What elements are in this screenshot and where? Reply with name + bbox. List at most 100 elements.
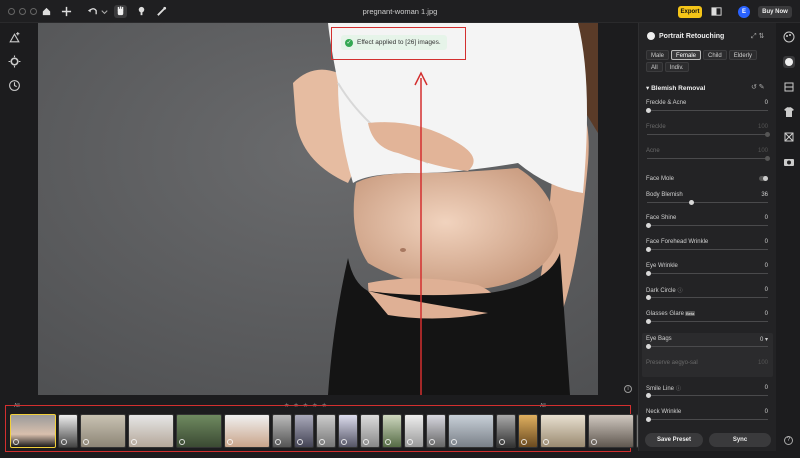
panel-header: Portrait Retouching bbox=[647, 32, 724, 40]
slider-label: Preserve aegyo-sal bbox=[646, 360, 698, 366]
slider-label: Body Blemish bbox=[646, 192, 683, 198]
layers-icon[interactable] bbox=[783, 81, 795, 93]
thumbnail[interactable] bbox=[496, 414, 516, 448]
thumbnail[interactable] bbox=[404, 414, 424, 448]
beta-badge: Beta bbox=[685, 311, 696, 316]
thumbnail[interactable] bbox=[382, 414, 402, 448]
help-icon[interactable]: ⓘ bbox=[678, 288, 683, 294]
help-icon[interactable]: ? bbox=[784, 436, 793, 445]
thumbnail[interactable] bbox=[176, 414, 222, 448]
slider-body-blemish[interactable]: Body Blemish 36 bbox=[646, 192, 770, 208]
segment-female[interactable]: Female bbox=[671, 50, 702, 60]
history-icon[interactable] bbox=[8, 79, 21, 92]
filmstrip bbox=[5, 405, 644, 452]
settings-icon[interactable] bbox=[8, 55, 21, 68]
slider-acne[interactable]: Acne 100 bbox=[646, 148, 770, 164]
thumbnail[interactable] bbox=[294, 414, 314, 448]
slider-label: Dark Circle ⓘ bbox=[646, 287, 683, 294]
thumbnail[interactable] bbox=[128, 414, 174, 448]
toast-message: Effect applied to [26] images. bbox=[357, 39, 441, 46]
slider-value: 100 bbox=[757, 124, 768, 130]
slider-dark-circle[interactable]: Dark Circle ⓘ 0 bbox=[646, 287, 770, 303]
portrait-icon[interactable] bbox=[783, 56, 795, 68]
thumbnail[interactable] bbox=[338, 414, 358, 448]
glasses-glare-label: Glasses Glare bbox=[646, 311, 685, 317]
thumbnail[interactable] bbox=[360, 414, 380, 448]
slider-label: Neck Wrinkle bbox=[646, 409, 682, 415]
camera-icon[interactable] bbox=[783, 156, 795, 168]
left-toolbar bbox=[0, 23, 30, 458]
help-icon[interactable]: ⓘ bbox=[676, 386, 681, 392]
thumbnail[interactable] bbox=[588, 414, 634, 448]
thumbnail[interactable] bbox=[224, 414, 270, 448]
annotation-box: ✓ Effect applied to [26] images. bbox=[331, 27, 466, 60]
crop-icon[interactable] bbox=[783, 131, 795, 143]
slider-face-forehead-wrinkle[interactable]: Face Forehead Wrinkle 0 bbox=[646, 239, 770, 255]
segment-all[interactable]: All bbox=[646, 62, 663, 72]
thumbnail[interactable] bbox=[448, 414, 494, 448]
slider-neck-wrinkle[interactable]: Neck Wrinkle 0 bbox=[646, 409, 770, 425]
info-icon[interactable]: i bbox=[624, 385, 632, 393]
portrait-retouching-panel: Portrait Retouching ⤢ ⇅ Male Female Chil… bbox=[638, 23, 776, 451]
slider-value: 0 bbox=[764, 311, 768, 317]
thumbnail[interactable] bbox=[426, 414, 446, 448]
photo-image bbox=[38, 23, 598, 395]
section-title[interactable]: ▾ Blemish Removal bbox=[646, 84, 705, 92]
sync-button[interactable]: Sync bbox=[709, 433, 771, 447]
slider-face-shine[interactable]: Face Shine 0 bbox=[646, 215, 770, 231]
slider-freckle-acne[interactable]: Freckle & Acne 0 bbox=[646, 100, 770, 116]
segment-child[interactable]: Child bbox=[703, 50, 727, 60]
slider-preserve-aegyo-sal[interactable]: Preserve aegyo-sal 100 bbox=[646, 360, 770, 376]
slider-label: Face Shine bbox=[646, 215, 677, 221]
section-label: Blemish Removal bbox=[651, 85, 706, 92]
success-toast: ✓ Effect applied to [26] images. bbox=[341, 35, 447, 50]
toggle-label: Face Mole bbox=[646, 176, 675, 182]
buy-now-button[interactable]: Buy Now bbox=[758, 6, 792, 18]
thumbnail[interactable] bbox=[80, 414, 126, 448]
panel-header-actions[interactable]: ⤢ ⇅ bbox=[751, 32, 764, 41]
thumbnail[interactable] bbox=[518, 414, 538, 448]
thumbnail[interactable] bbox=[272, 414, 292, 448]
slider-label: Eye Bags bbox=[646, 336, 672, 342]
segment-male[interactable]: Male bbox=[646, 50, 670, 60]
slider-value: 100 bbox=[757, 360, 768, 366]
thumbnail[interactable] bbox=[58, 414, 78, 448]
slider-eye-wrinkle[interactable]: Eye Wrinkle 0 bbox=[646, 263, 770, 279]
portrait-icon bbox=[647, 32, 655, 40]
slider-value: 0 bbox=[764, 409, 768, 415]
panel-title: Portrait Retouching bbox=[659, 32, 725, 40]
section-actions[interactable]: ↺ ✎ bbox=[751, 83, 765, 91]
slider-freckle[interactable]: Freckle 100 bbox=[646, 124, 770, 140]
export-button[interactable]: Export bbox=[678, 6, 702, 18]
slider-value: 0 bbox=[764, 100, 768, 106]
thumbnail[interactable] bbox=[10, 414, 56, 448]
slider-glasses-glare[interactable]: Glasses Glare Beta 0 bbox=[646, 311, 770, 327]
slider-smile-line[interactable]: Smile Line ⓘ 0 bbox=[646, 385, 770, 401]
toggle-face-mole[interactable]: Face Mole bbox=[646, 176, 770, 192]
slider-eye-bags[interactable]: Eye Bags 0 ▾ bbox=[646, 336, 770, 352]
magic-triangle-icon[interactable] bbox=[8, 31, 21, 44]
photo-canvas[interactable] bbox=[38, 23, 598, 395]
slider-value: 0 bbox=[764, 287, 768, 293]
segment-elderly[interactable]: Elderly bbox=[728, 50, 758, 60]
slider-label: Glasses Glare Beta bbox=[646, 311, 696, 317]
shirt-icon[interactable] bbox=[783, 106, 795, 118]
compare-icon[interactable] bbox=[710, 5, 723, 18]
right-rail: ? bbox=[778, 23, 800, 458]
slider-value: 100 bbox=[757, 148, 768, 154]
eye-bags-value: 0 bbox=[759, 337, 764, 343]
slider-label: Acne bbox=[646, 148, 660, 154]
slider-value: 36 bbox=[761, 192, 768, 198]
save-preset-button[interactable]: Save Preset bbox=[645, 433, 703, 447]
checkmark-icon: ✓ bbox=[345, 38, 353, 47]
smile-line-label: Smile Line bbox=[646, 386, 675, 392]
segment-individual[interactable]: Indiv. bbox=[664, 62, 689, 72]
dark-circle-label: Dark Circle bbox=[646, 288, 676, 294]
avatar[interactable]: E bbox=[738, 6, 750, 18]
palette-icon[interactable] bbox=[783, 31, 795, 43]
gender-segment: Male Female Child Elderly All Indiv. bbox=[646, 50, 770, 72]
face-mole-toggle[interactable] bbox=[759, 176, 768, 181]
slider-value: 0 bbox=[764, 263, 768, 269]
thumbnail[interactable] bbox=[540, 414, 586, 448]
thumbnail[interactable] bbox=[316, 414, 336, 448]
